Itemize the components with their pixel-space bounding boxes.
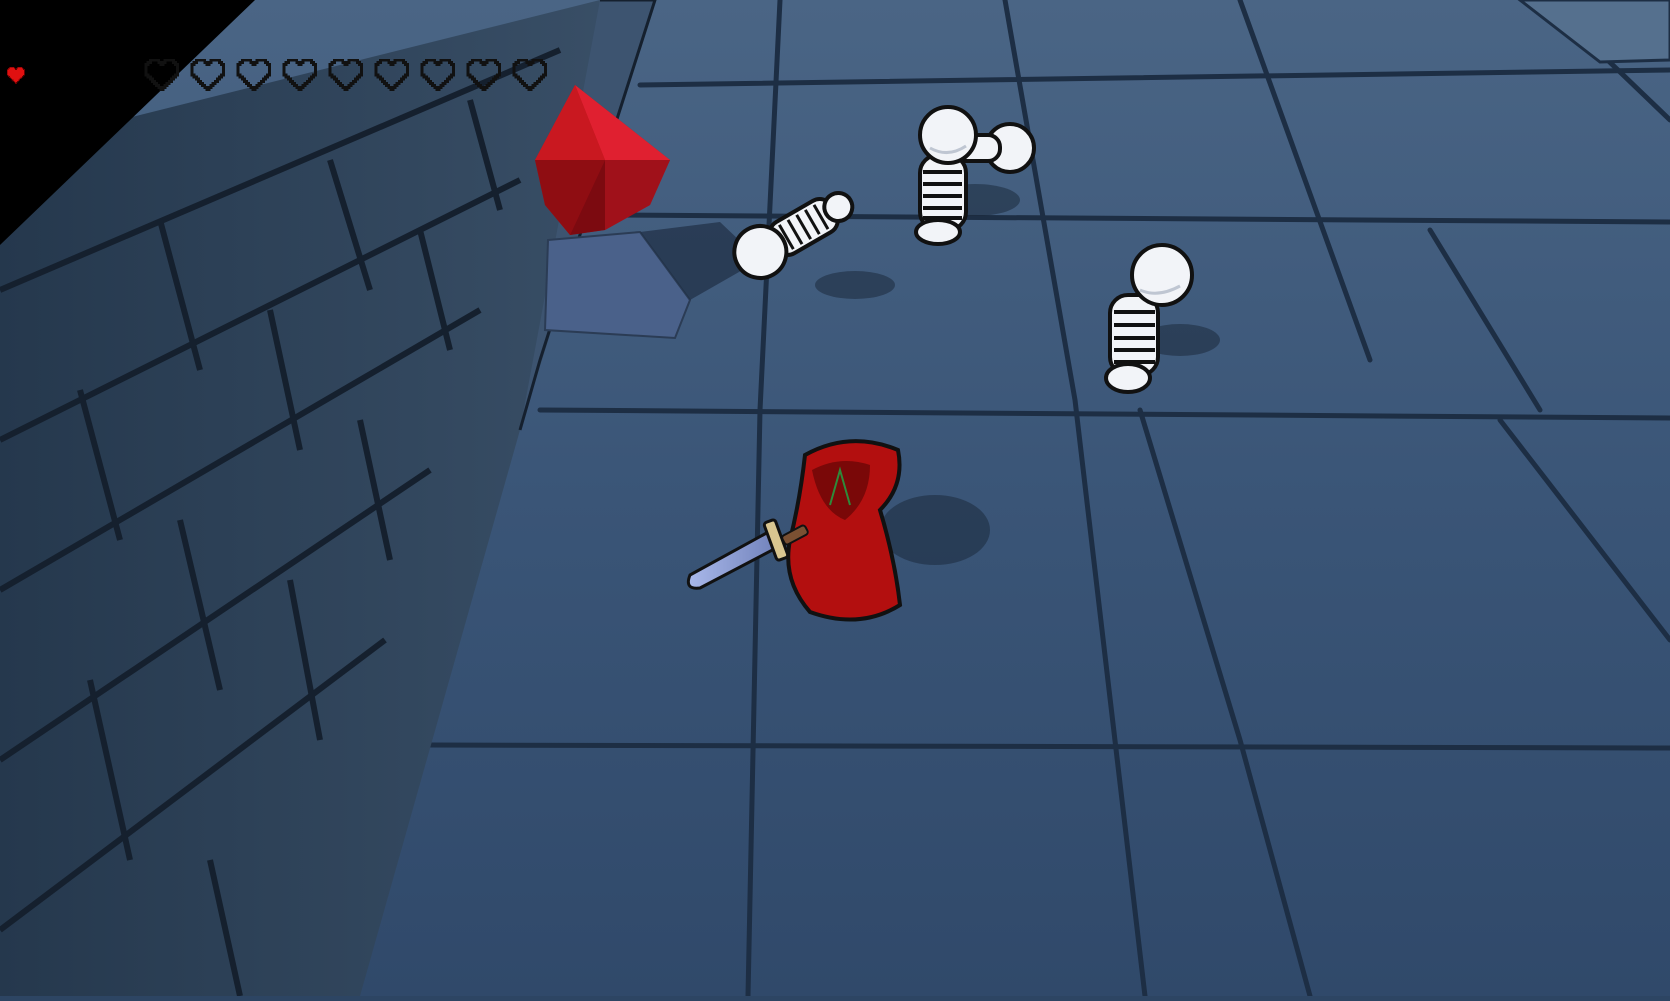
heart-empty-icon — [420, 58, 460, 92]
heart-empty-icon — [466, 58, 506, 92]
heart-empty-icon — [282, 58, 322, 92]
game-scene[interactable] — [0, 0, 1670, 999]
heart-empty-icon — [328, 58, 368, 92]
heart-empty-icon — [236, 58, 276, 92]
health-bar — [6, 58, 552, 92]
game-viewport[interactable] — [0, 0, 1670, 999]
heart-full-icon — [6, 66, 28, 85]
heart-empty-icon — [374, 58, 414, 92]
heart-empty-icon — [190, 58, 230, 92]
heart-empty-icon — [512, 58, 552, 92]
heart-empty-icon — [144, 58, 184, 92]
